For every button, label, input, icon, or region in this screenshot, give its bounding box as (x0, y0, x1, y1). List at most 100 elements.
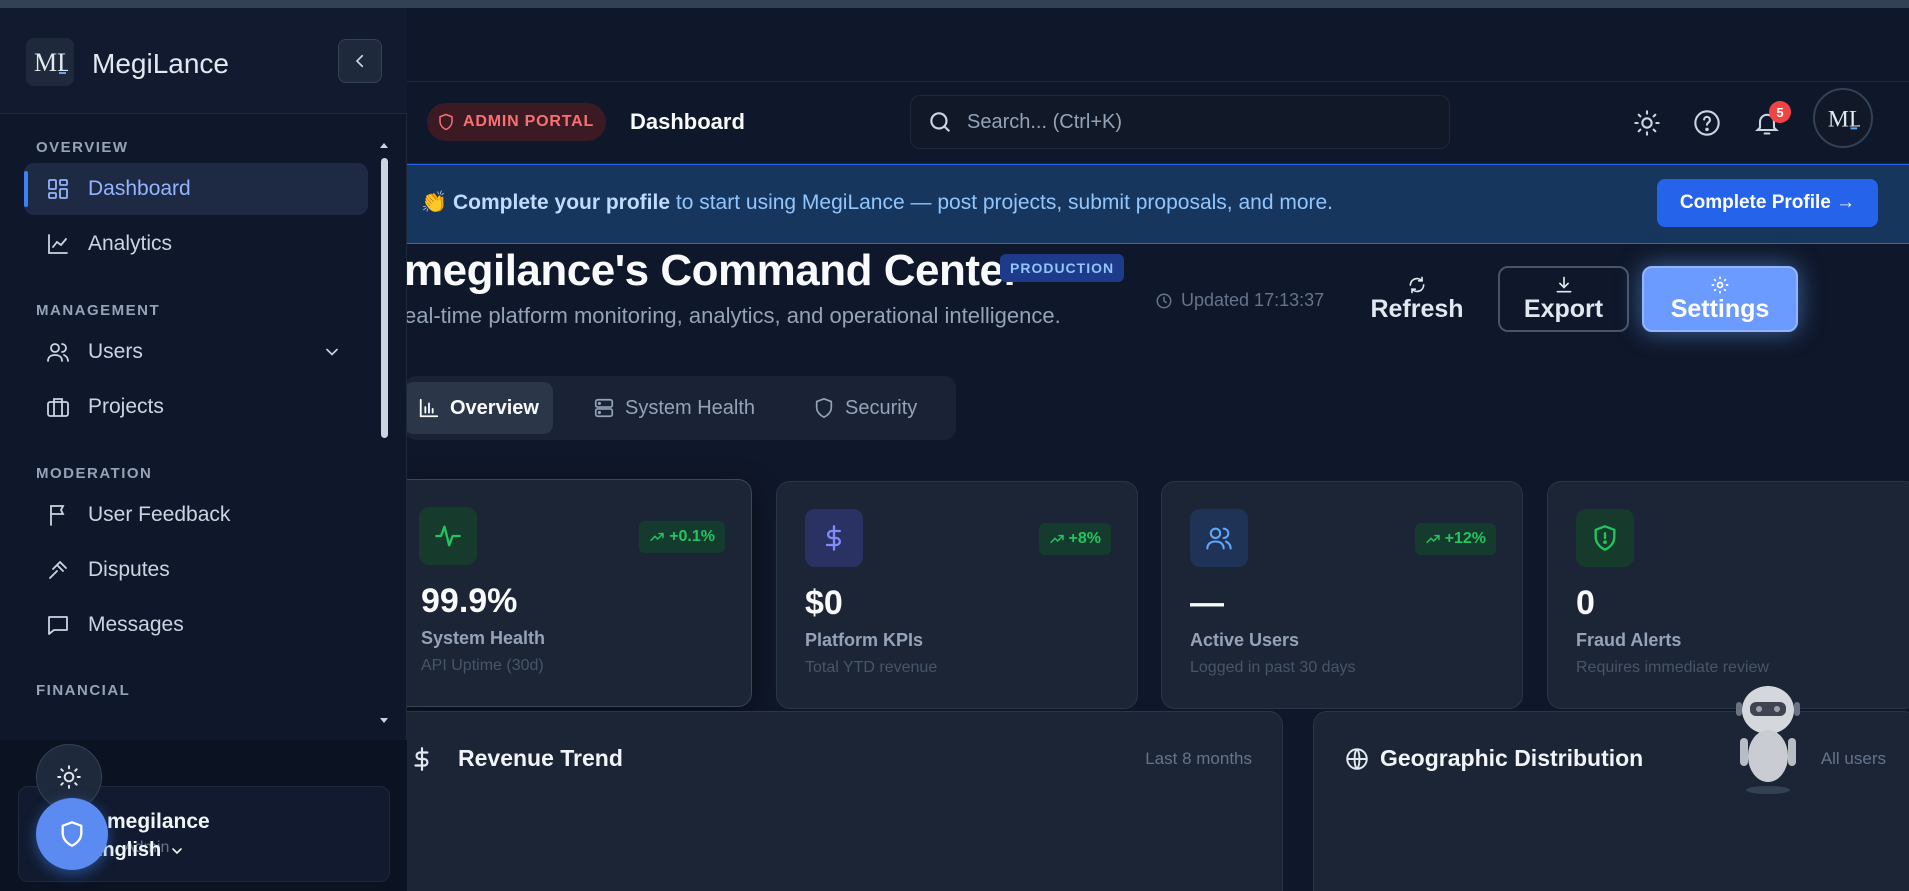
export-button[interactable]: Export (1498, 266, 1629, 332)
tab-label: Overview (450, 396, 539, 419)
users-icon (1190, 509, 1248, 567)
chevron-down-icon[interactable] (322, 342, 342, 362)
activity-icon (419, 507, 477, 565)
settings-label: Settings (1670, 294, 1770, 323)
bar-chart-icon (419, 398, 439, 418)
panel-meta: Last 8 months (1145, 749, 1252, 768)
panel-title: Geographic Distribution (1380, 745, 1644, 771)
panel-title: Revenue Trend (458, 745, 623, 771)
complete-profile-button[interactable]: Complete Profile → (1657, 179, 1878, 227)
banner-text: to start using MegiLance — post projects… (670, 191, 1334, 214)
sidebar-scroll-thumb[interactable] (381, 158, 388, 438)
section-financial: FINANCIAL (36, 682, 131, 699)
tab-overview[interactable]: Overview (404, 382, 553, 434)
brand-header: ML MegiLance (0, 8, 407, 114)
sidebar-item-users[interactable]: Users (24, 326, 368, 378)
gear-icon (1711, 276, 1729, 293)
environment-badge: PRODUCTION (1000, 254, 1125, 282)
notifications-button[interactable]: 5 (1747, 101, 1791, 143)
page-title: megilance's Command Center (404, 246, 1021, 295)
sidebar: ML MegiLance OVERVIEW Dashboard Analytic… (0, 8, 407, 891)
shield-icon (439, 113, 453, 131)
kpi-card-platform-kpis[interactable]: +8% $0 Platform KPIs Total YTD revenue (776, 481, 1138, 709)
globe-icon (1346, 748, 1368, 770)
banner-bold-text: Complete your profile (453, 191, 671, 214)
admin-portal-label: ADMIN PORTAL (463, 113, 595, 130)
settings-button[interactable]: Settings (1642, 266, 1798, 332)
help-button[interactable] (1687, 103, 1727, 143)
sidebar-item-dashboard[interactable]: Dashboard (24, 163, 368, 215)
kpi-subtext: API Uptime (30d) (421, 657, 544, 674)
tab-label: System Health (625, 396, 756, 419)
chevron-down-icon (172, 847, 183, 854)
banner-message: 👏 Complete your profile to start using M… (421, 191, 1333, 215)
tab-system-health[interactable]: System Health (579, 382, 769, 434)
sidebar-footer: megilance Admin English (0, 740, 407, 891)
tab-security[interactable]: Security (799, 382, 931, 434)
dollar-icon (805, 509, 863, 567)
refresh-icon (1409, 276, 1425, 293)
window-top-strip (0, 0, 1909, 8)
revenue-trend-panel: Revenue Trend Last 8 months (392, 711, 1283, 891)
shield-icon (61, 821, 83, 847)
scroll-up-arrow[interactable] (380, 143, 388, 148)
trend-value: +8% (1068, 530, 1101, 547)
admin-portal-badge: ADMIN PORTAL (427, 103, 607, 141)
sidebar-item-label: Dashboard (88, 177, 191, 200)
trending-up-icon (1049, 534, 1064, 544)
sidebar-item-label: Messages (88, 613, 184, 636)
sidebar-item-disputes[interactable]: Disputes (24, 544, 368, 596)
avatar[interactable]: ML (1813, 88, 1873, 148)
trend-badge: +12% (1414, 523, 1496, 555)
gavel-icon (44, 556, 72, 584)
sidebar-item-messages[interactable]: Messages (24, 599, 368, 651)
search-input[interactable] (967, 110, 1407, 134)
trending-up-icon (650, 532, 664, 542)
security-assistant-button[interactable] (36, 798, 108, 870)
sidebar-item-label: Projects (88, 395, 164, 418)
refresh-button[interactable]: Refresh (1362, 266, 1472, 332)
sidebar-item-projects[interactable]: Projects (24, 381, 368, 433)
refresh-label: Refresh (1370, 294, 1464, 323)
kpi-label: Active Users (1190, 630, 1300, 650)
kpi-card-system-health[interactable]: +0.1% 99.9% System Health API Uptime (30… (392, 479, 752, 707)
dollar-icon (414, 747, 429, 771)
kpi-label: System Health (421, 628, 546, 648)
help-circle-icon (1694, 110, 1720, 136)
last-updated-text: Updated 17:13:37 (1181, 290, 1325, 310)
clock-icon (1156, 293, 1172, 308)
kpi-value: 0 (1576, 584, 1595, 622)
tab-label: Security (845, 396, 918, 419)
sidebar-item-label: Analytics (88, 232, 173, 255)
scroll-down-arrow[interactable] (380, 718, 388, 723)
brand-name: MegiLance (92, 48, 229, 79)
shield-alert-icon (1576, 509, 1634, 567)
kpi-subtext: Requires immediate review (1576, 659, 1769, 676)
brand-logo[interactable]: ML (26, 38, 74, 86)
sidebar-item-label: Disputes (88, 558, 170, 581)
kpi-subtext: Total YTD revenue (805, 659, 938, 676)
trend-badge: +8% (1038, 523, 1111, 555)
search-box[interactable] (910, 95, 1450, 149)
robot-assistant-icon[interactable] (1730, 678, 1806, 796)
kpi-card-active-users[interactable]: +12% — Active Users Logged in past 30 da… (1161, 481, 1523, 709)
shield-icon (815, 398, 833, 418)
briefcase-icon (44, 393, 72, 421)
sidebar-collapse-button[interactable] (338, 39, 382, 83)
theme-toggle-header[interactable] (1627, 103, 1667, 143)
trend-value: +0.1% (669, 528, 715, 545)
sidebar-item-label: Users (88, 340, 143, 363)
sun-icon (1634, 110, 1660, 136)
header-title: Dashboard (630, 109, 745, 134)
notification-count: 5 (1769, 101, 1791, 123)
sidebar-item-analytics[interactable]: Analytics (24, 218, 368, 270)
sidebar-item-user-feedback[interactable]: User Feedback (24, 489, 368, 541)
download-icon (1556, 276, 1571, 292)
server-icon (594, 398, 614, 418)
kpi-card-fraud-alerts[interactable]: 0 Fraud Alerts Requires immediate review (1547, 481, 1909, 709)
clap-emoji: 👏 (421, 191, 448, 214)
flag-icon (44, 501, 72, 529)
message-square-icon (44, 611, 72, 639)
sun-icon (57, 765, 81, 789)
search-icon (930, 112, 950, 132)
